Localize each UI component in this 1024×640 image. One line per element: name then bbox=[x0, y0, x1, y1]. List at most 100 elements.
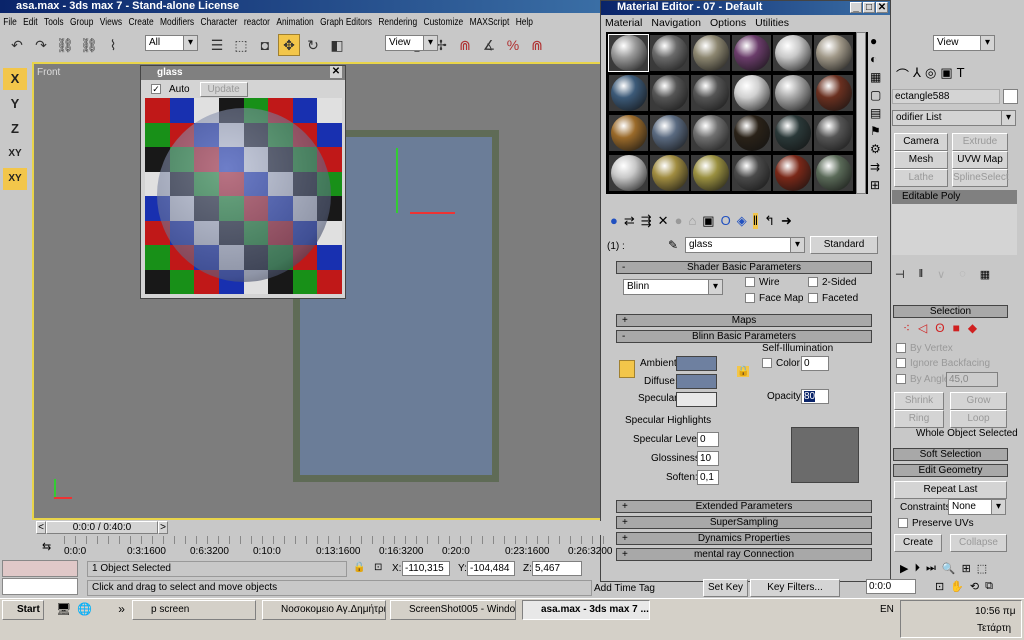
menu-create[interactable]: Create bbox=[128, 16, 153, 28]
uv-tiling-icon[interactable]: ▢ bbox=[870, 88, 886, 102]
taskbar-item-p-screen[interactable]: p screen bbox=[132, 600, 256, 620]
taskbar-item-3dsmax[interactable]: asa.max - 3ds max 7 ... bbox=[522, 600, 650, 620]
by-vertex-checkbox[interactable]: By Vertex bbox=[896, 343, 953, 354]
menu-edit[interactable]: Edit bbox=[23, 16, 37, 28]
loop-button[interactable]: Loop bbox=[950, 410, 1007, 428]
language-indicator[interactable]: EN bbox=[880, 604, 894, 615]
material-type-button[interactable]: Standard bbox=[810, 236, 878, 254]
material-effects-channel-icon[interactable]: O bbox=[721, 213, 731, 229]
close-icon[interactable]: ✕ bbox=[330, 66, 342, 78]
shader-dropdown[interactable]: Blinn bbox=[623, 279, 723, 295]
maxscript-input-mini[interactable] bbox=[2, 578, 78, 595]
select-by-material-icon[interactable]: ⇉ bbox=[870, 160, 886, 174]
absolute-mode-icon[interactable]: ⊡ bbox=[374, 562, 382, 573]
video-color-check-icon[interactable]: ▤ bbox=[870, 106, 886, 120]
put-to-scene-icon[interactable]: ⇄ bbox=[624, 213, 635, 229]
ambient-color-swatch[interactable] bbox=[676, 356, 717, 371]
select-by-name-icon[interactable]: ☰ bbox=[206, 34, 228, 56]
angle-field[interactable]: 45,0 bbox=[946, 372, 998, 387]
taskbar-item-folder[interactable]: Νοσοκομειο Αγ.Δημήτριος bbox=[262, 600, 386, 620]
arc-rotate-icon[interactable]: ⟲ bbox=[970, 580, 979, 593]
remove-modifier-icon[interactable]: ◌ bbox=[959, 268, 966, 281]
track-bar[interactable]: 0:0:0 0:3:1600 0:6:3200 0:10:0 0:13:1600 0:16… bbox=[64, 536, 613, 558]
background-icon[interactable]: ▦ bbox=[870, 70, 886, 84]
specular-color-swatch[interactable] bbox=[676, 392, 717, 407]
sample-slot[interactable] bbox=[649, 74, 690, 112]
maximize-icon[interactable]: □ bbox=[863, 2, 875, 13]
render-view-dropdown[interactable]: View bbox=[933, 35, 995, 51]
wire-checkbox[interactable]: Wire bbox=[745, 277, 780, 288]
menu-character[interactable]: Character bbox=[201, 16, 238, 28]
put-to-library-icon[interactable]: ▣ bbox=[702, 213, 714, 229]
ring-button[interactable]: Ring bbox=[894, 410, 944, 428]
pan-icon[interactable]: ✋ bbox=[950, 580, 964, 593]
lock-icon[interactable]: 🔒 bbox=[737, 366, 750, 377]
select-scale-icon[interactable]: ◧ bbox=[326, 34, 348, 56]
display-tab-icon[interactable]: ▣ bbox=[940, 65, 952, 84]
eyedropper-icon[interactable]: ✎ bbox=[668, 238, 678, 252]
backlight-icon[interactable]: ◐ bbox=[870, 52, 886, 66]
pin-stack-icon[interactable]: ⊣ bbox=[895, 268, 905, 281]
menu-group[interactable]: Group bbox=[70, 16, 93, 28]
make-unique-icon[interactable]: ∨ bbox=[937, 268, 945, 281]
uvw-map-button[interactable]: UVW Map bbox=[952, 151, 1008, 169]
sample-slot[interactable] bbox=[731, 154, 772, 192]
sample-slot[interactable] bbox=[813, 154, 854, 192]
mesh-select-button[interactable]: Mesh Select bbox=[894, 151, 948, 181]
lathe-button[interactable]: Lathe bbox=[894, 169, 948, 187]
y-coordinate-field[interactable]: -104,484 bbox=[467, 561, 515, 576]
rollout-shader-basic[interactable]: - Shader Basic Parameters bbox=[616, 261, 872, 274]
object-name-field[interactable]: ectangle588 bbox=[892, 89, 1000, 104]
axis-xy-plane-button[interactable]: XY bbox=[3, 168, 27, 190]
rollout-soft-selection[interactable]: Soft Selection bbox=[893, 448, 1008, 461]
current-time-field[interactable]: 0:0:0 bbox=[866, 579, 916, 594]
undo-icon[interactable]: ↶ bbox=[6, 34, 28, 56]
diffuse-color-swatch[interactable] bbox=[676, 374, 717, 389]
spinner-snap-icon[interactable]: ⋒ bbox=[526, 34, 548, 56]
sample-slot[interactable] bbox=[772, 114, 813, 152]
menu-rendering[interactable]: Rendering bbox=[378, 16, 417, 28]
show-map-icon[interactable]: ◈ bbox=[737, 213, 747, 229]
get-material-icon[interactable]: ● bbox=[610, 213, 618, 229]
sample-slot[interactable] bbox=[731, 114, 772, 152]
prev-frame-button[interactable]: < bbox=[36, 521, 46, 534]
sample-slot[interactable] bbox=[608, 114, 649, 152]
create-button[interactable]: Create bbox=[894, 534, 942, 552]
go-to-parent-icon[interactable]: ↰ bbox=[764, 213, 775, 229]
slots-scrollbar[interactable] bbox=[856, 32, 866, 194]
more-icon[interactable]: » bbox=[118, 602, 125, 616]
by-angle-checkbox[interactable]: By Angle: bbox=[896, 374, 952, 385]
rollout-extended-parameters[interactable]: + Extended Parameters bbox=[616, 500, 872, 513]
element-icon[interactable]: ◆ bbox=[968, 321, 977, 335]
browser-icon[interactable]: 🌐 bbox=[77, 602, 92, 616]
menu-modifiers[interactable]: Modifiers bbox=[160, 16, 194, 28]
sample-slot[interactable] bbox=[813, 34, 854, 72]
set-key-button[interactable]: Set Key bbox=[703, 579, 748, 597]
rollout-maps[interactable]: + Maps bbox=[616, 314, 872, 327]
sample-slot[interactable] bbox=[690, 154, 731, 192]
assign-to-selection-icon[interactable]: ⇶ bbox=[641, 213, 652, 229]
axis-y-button[interactable]: Y bbox=[3, 93, 27, 115]
sample-slot[interactable] bbox=[772, 154, 813, 192]
material-name-field[interactable]: glass bbox=[685, 237, 805, 253]
percent-snap-icon[interactable]: % bbox=[502, 34, 524, 56]
sample-slot[interactable] bbox=[772, 74, 813, 112]
menu-views[interactable]: Views bbox=[100, 16, 122, 28]
menu-utilities[interactable]: Utilities bbox=[755, 17, 789, 29]
spline-select-button[interactable]: SplineSelect bbox=[952, 169, 1009, 187]
next-frame-button[interactable]: > bbox=[158, 521, 168, 534]
motion-tab-icon[interactable]: ◎ bbox=[925, 65, 936, 84]
sample-slot[interactable] bbox=[690, 114, 731, 152]
object-color-swatch[interactable] bbox=[1003, 89, 1018, 104]
lock-selection-icon[interactable]: 🔒 bbox=[353, 562, 365, 573]
bind-space-warp-icon[interactable]: ⌇ bbox=[102, 34, 124, 56]
glossiness-field[interactable]: 10 bbox=[697, 451, 719, 466]
add-time-tag[interactable]: Add Time Tag bbox=[594, 583, 655, 594]
zoom-all-icon[interactable]: ⊞ bbox=[962, 562, 971, 575]
border-icon[interactable]: ʘ bbox=[935, 321, 944, 335]
go-forward-icon[interactable]: ➜ bbox=[781, 213, 792, 229]
sample-slot[interactable] bbox=[813, 114, 854, 152]
play-icon[interactable]: ▶ bbox=[900, 562, 908, 575]
maxscript-listener-mini[interactable] bbox=[2, 560, 78, 577]
reset-map-icon[interactable]: ✕ bbox=[658, 213, 669, 229]
